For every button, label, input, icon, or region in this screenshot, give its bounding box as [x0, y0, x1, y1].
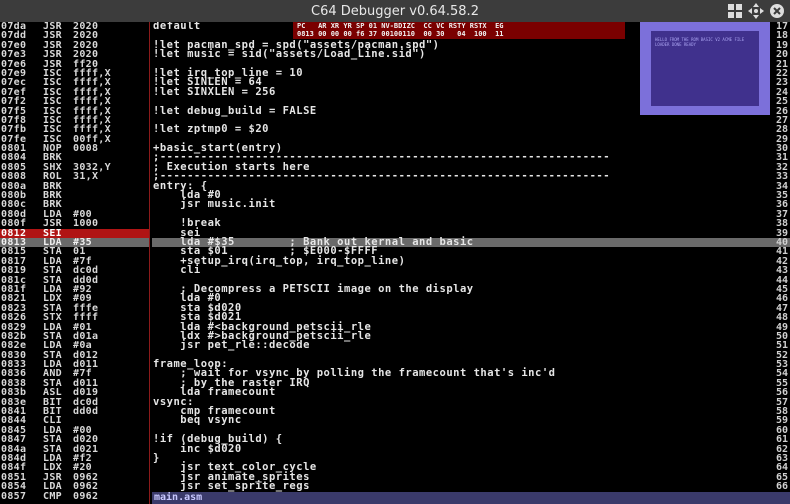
disasm-operand: 0962: [73, 490, 99, 502]
source-line[interactable]: +setup_irq(irq_top, irq_top_line): [152, 255, 768, 266]
c64-screen-text: HELLO FROM THE ROM BASIC V2 ACME FILE LO…: [655, 37, 745, 47]
source-line[interactable]: jsr pet_rle::decode: [152, 340, 768, 351]
source-line[interactable]: ; Decompress a PETSCII image on the disp…: [152, 283, 768, 294]
registers-header: PC AR XR YR SP 01 NV-BDIZC CC VC RSTY RS…: [297, 22, 504, 30]
source-line[interactable]: jsr set_sprite_regs: [152, 481, 768, 492]
source-line[interactable]: inc $d020: [152, 443, 768, 454]
c64-screen: HELLO FROM THE ROM BASIC V2 ACME FILE LO…: [651, 31, 759, 106]
disassembly-pane[interactable]: 07da JSR 2020 07dd JSR 2020 07e0 JSR 2020 07e3 JSR…: [0, 22, 150, 504]
grid-icon[interactable]: [726, 2, 744, 20]
title-bar: C64 Debugger v0.64.58.2: [0, 0, 790, 22]
disasm-operand: 0008: [73, 143, 99, 155]
source-line[interactable]: cmp framecount: [152, 406, 768, 417]
cpu-registers: PC AR XR YR SP 01 NV-BDIZC CC VC RSTY RS…: [293, 22, 625, 39]
status-bar: main.asm: [152, 492, 790, 504]
disasm-address: 0857: [1, 490, 27, 502]
disasm-line[interactable]: 0857 CMP 0962: [0, 490, 149, 502]
move-icon[interactable]: [747, 2, 765, 20]
source-line[interactable]: lda #0: [152, 293, 768, 304]
source-line[interactable]: sta $d020: [152, 302, 768, 313]
disasm-operand: [70, 191, 149, 200]
disasm-operand: 31,X: [73, 171, 99, 183]
source-line[interactable]: cli: [152, 265, 768, 276]
disasm-operand: 1000: [73, 218, 99, 230]
source-line[interactable]: !if (debug_build) {: [152, 434, 768, 445]
line-number: 66: [775, 481, 788, 492]
c64-screen-preview[interactable]: HELLO FROM THE ROM BASIC V2 ACME FILE LO…: [640, 22, 770, 115]
source-line[interactable]: [152, 210, 768, 219]
disasm-operand: dd0d: [73, 406, 99, 418]
source-line[interactable]: !break: [152, 218, 768, 229]
window-title: C64 Debugger v0.64.58.2: [311, 3, 479, 19]
window-controls: [726, 2, 786, 20]
disasm-mnemonic: CMP: [43, 490, 62, 502]
source-line[interactable]: ;---------------------------------------…: [152, 171, 768, 182]
source-line[interactable]: lda framecount: [152, 387, 768, 398]
source-line[interactable]: !let zptmp0 = $20: [152, 124, 768, 135]
registers-values: 0813 00 00 00 f6 37 00100110 00 30 04 10…: [297, 30, 504, 38]
line-number-gutter: 17 18 19 20 21 22 23 24 25 26 27 28 29 30 31 32 33 34 35 36…: [768, 22, 790, 492]
status-filename: main.asm: [154, 492, 203, 503]
source-line[interactable]: jsr music.init: [152, 199, 768, 210]
disasm-operand: [70, 182, 149, 191]
source-line[interactable]: [152, 351, 768, 360]
close-icon[interactable]: [768, 2, 786, 20]
source-line[interactable]: entry: {: [152, 180, 768, 191]
source-line[interactable]: beq vsync: [152, 415, 768, 426]
